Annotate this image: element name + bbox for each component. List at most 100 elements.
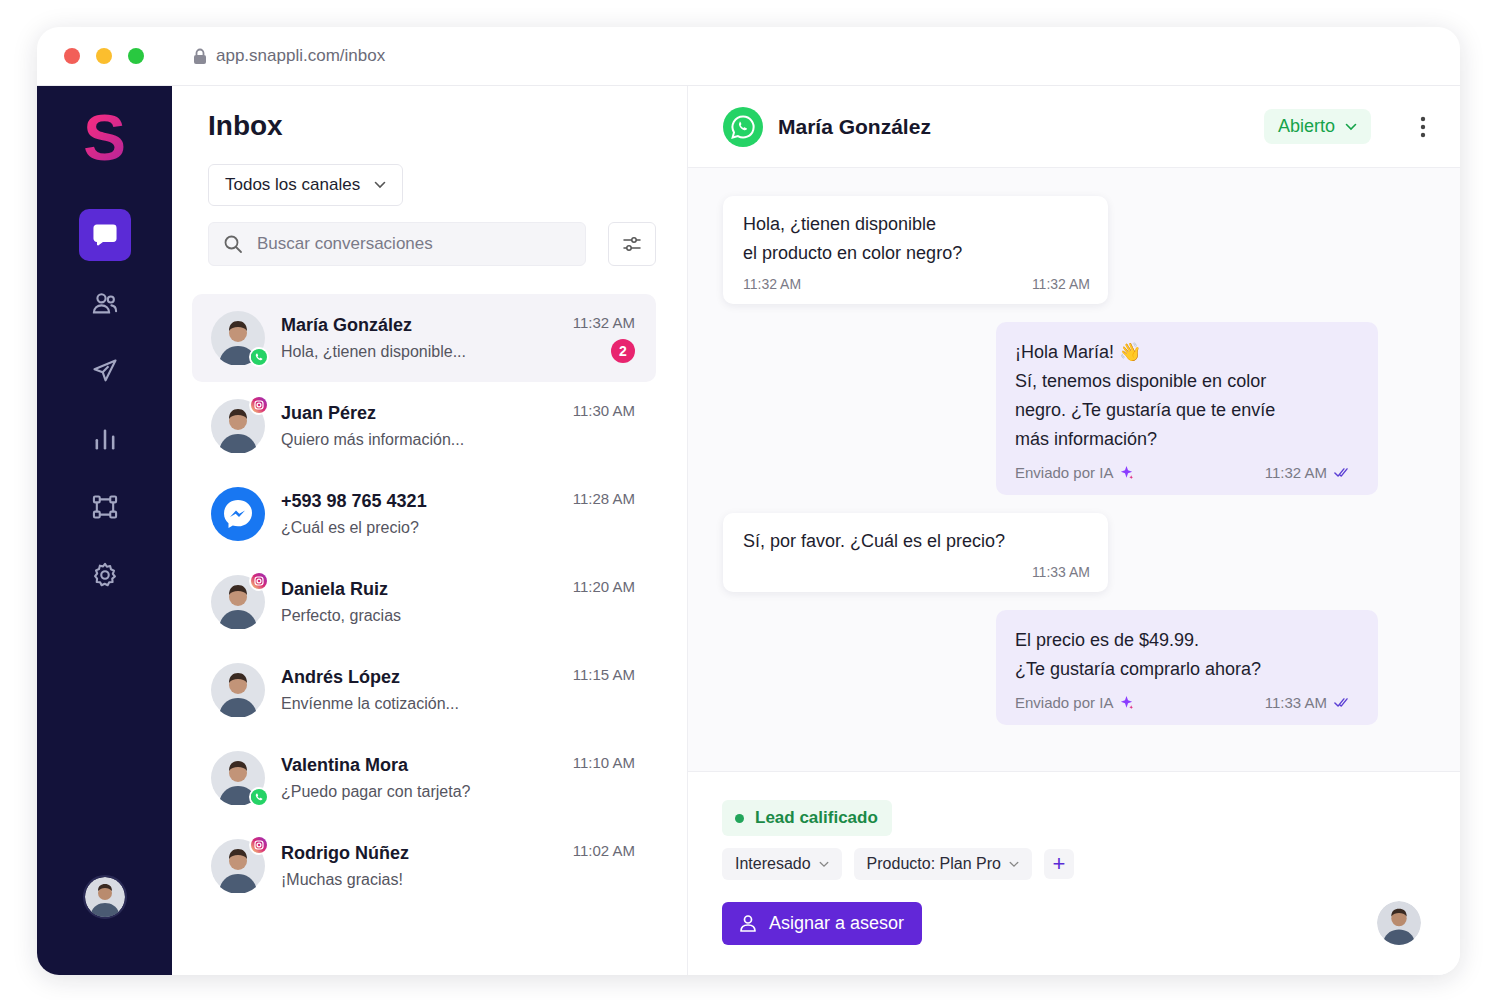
sidebar-item[interactable]: [79, 277, 131, 329]
flow-icon: [91, 493, 119, 521]
search-field[interactable]: Buscar conversaciones: [208, 222, 586, 266]
message-time: 11:33 AM: [1032, 564, 1090, 580]
conversation-row[interactable]: Valentina Mora¿Puedo pagar con tarjeta? 1…: [192, 734, 656, 822]
status-label: Abierto: [1278, 116, 1335, 137]
lead-tag[interactable]: Lead calificado: [722, 800, 892, 836]
conversation-meta: 11:10 AM: [573, 734, 635, 822]
conversation-row[interactable]: Juan Pérez Quiero más información... 11:30…: [192, 382, 656, 470]
maximize-button[interactable]: [128, 48, 144, 64]
conversation-meta: 11:20 AM: [573, 558, 635, 646]
sidebar-item[interactable]: [79, 549, 131, 601]
message-text: Hola, ¿tienen disponibleel producto en c…: [743, 210, 1090, 268]
conversation-time: 11:28 AM: [573, 490, 635, 507]
message-preview: Perfecto, gracias: [281, 607, 557, 625]
message-meta: Enviado por IA 11:32 AM: [1015, 464, 1352, 481]
minimize-button[interactable]: [96, 48, 112, 64]
conversation-row[interactable]: Andrés LópezEnvíenme la cotización...11:…: [192, 646, 656, 734]
conversation-meta: 11:30 AM: [573, 382, 635, 470]
message-preview: ¿Puedo pagar con tarjeta?: [281, 783, 557, 801]
sidebar-item[interactable]: [79, 413, 131, 465]
conversation-time: 11:10 AM: [573, 754, 635, 771]
message-time: 11:32 AM: [1032, 276, 1090, 292]
conversation-body: Daniela Ruiz Perfecto, gracias: [281, 579, 557, 625]
chat-header: María González Abierto: [688, 86, 1460, 168]
page: app.snappli.com/inbox S InboxTodos los can…: [0, 0, 1500, 1000]
status-dropdown[interactable]: Abierto: [1264, 109, 1371, 144]
lead-footer: Lead calificado Interesado Producto: Plan …: [688, 771, 1460, 975]
conversation-time: 11:20 AM: [573, 578, 635, 595]
conversation-time: 11:32 AM: [573, 314, 635, 331]
contact-avatar: [211, 399, 265, 453]
message-bubble: El precio es de $49.99.¿Te gustaría comp…: [996, 610, 1378, 725]
channel-filter[interactable]: Todos los canales: [208, 164, 403, 206]
chip-label: Producto: Plan Pro: [867, 855, 1001, 873]
logo[interactable]: S: [83, 108, 126, 168]
conversation-row[interactable]: Rodrigo Núñez¡Muchas gracias!11:02 AM: [192, 822, 656, 910]
search-icon: [223, 234, 243, 254]
search-row: Buscar conversaciones: [208, 222, 656, 266]
contact-name: Juan Pérez: [281, 403, 557, 424]
contact-avatar: [211, 575, 265, 629]
message-list: Hola, ¿tienen disponibleel producto en c…: [688, 168, 1460, 771]
sliders-icon: [622, 234, 642, 254]
message-preview: ¿Cuál es el precio?: [281, 519, 557, 537]
conversation-body: +593 98 765 4321 ¿Cuál es el precio?: [281, 491, 557, 537]
more-icon[interactable]: [1420, 116, 1426, 138]
conversation-row[interactable]: +593 98 765 4321 ¿Cuál es el precio? 11:28…: [192, 470, 656, 558]
agent-avatar[interactable]: [1377, 901, 1421, 945]
sparkle-icon: [1119, 695, 1134, 710]
sparkle-icon: [1119, 465, 1134, 480]
conversation-row[interactable]: María González Hola, ¿tienen disponible..…: [192, 294, 656, 382]
chart-icon: [91, 425, 119, 453]
address-bar[interactable]: app.snappli.com/inbox: [193, 46, 385, 66]
contact-name: María González: [281, 315, 557, 336]
sidebar-item[interactable]: [79, 209, 131, 261]
contact-name: Daniela Ruiz: [281, 579, 557, 600]
message-preview: Quiero más información...: [281, 431, 557, 449]
sidebar-item[interactable]: [79, 481, 131, 533]
close-button[interactable]: [64, 48, 80, 64]
sender-label: Enviado por IA: [1015, 694, 1134, 711]
browser-window: app.snappli.com/inbox S InboxTodos los can…: [37, 27, 1460, 975]
conversation-row[interactable]: Daniela Ruiz Perfecto, gracias 11:20 AM: [192, 558, 656, 646]
chip-row: Interesado Producto: Plan Pro +: [722, 848, 1426, 880]
chevron-down-icon: [1009, 861, 1019, 868]
chat-icon: [91, 221, 119, 249]
conversation-body: Valentina Mora¿Puedo pagar con tarjeta?: [281, 755, 557, 801]
send-icon: [91, 357, 119, 385]
contact-name: +593 98 765 4321: [281, 491, 557, 512]
contacts-icon: [91, 289, 119, 317]
property-chip[interactable]: Producto: Plan Pro: [854, 848, 1032, 880]
conversation-meta: 11:28 AM: [573, 470, 635, 558]
inbox-panel: InboxTodos los canalesBuscar conversacio…: [172, 86, 688, 975]
message-bubble: Sí, por favor. ¿Cuál es el precio?11:33 …: [723, 513, 1108, 592]
assign-button-label: Asignar a asesor: [769, 913, 904, 934]
messenger-icon: [211, 487, 265, 541]
person-icon: [1377, 901, 1421, 945]
message-bubble: Hola, ¿tienen disponibleel producto en c…: [723, 196, 1108, 304]
assign-button[interactable]: Asignar a asesor: [722, 902, 922, 945]
add-chip-button[interactable]: +: [1044, 849, 1074, 879]
search-placeholder: Buscar conversaciones: [257, 234, 433, 254]
read-checks-icon: [1334, 697, 1352, 708]
contact-avatar: [211, 751, 265, 805]
instagram-icon: [249, 571, 269, 591]
contact-name: Andrés López: [281, 667, 557, 688]
chat-contact-name: María González: [778, 115, 1249, 139]
chat-panel: María González Abierto Hola, ¿tienen dispo…: [688, 86, 1460, 975]
conversation-body: Rodrigo Núñez¡Muchas gracias!: [281, 843, 557, 889]
message-meta: Enviado por IA 11:33 AM: [1015, 694, 1352, 711]
filter-button[interactable]: [608, 222, 656, 266]
user-avatar[interactable]: [83, 875, 127, 919]
message-time: 11:33 AM: [1265, 694, 1327, 711]
conversation-list: María González Hola, ¿tienen disponible..…: [192, 294, 656, 910]
conversation-time: 11:15 AM: [573, 666, 635, 683]
message-meta: 11:33 AM: [743, 564, 1090, 580]
property-chip[interactable]: Interesado: [722, 848, 842, 880]
message-meta: 11:32 AM11:32 AM: [743, 276, 1090, 292]
sidebar-item[interactable]: [79, 345, 131, 397]
conversation-meta: 11:32 AM2: [573, 294, 635, 382]
conversation-body: María González Hola, ¿tienen disponible..…: [281, 315, 557, 361]
contact-avatar: [211, 487, 265, 541]
message-preview: Hola, ¿tienen disponible...: [281, 343, 557, 361]
